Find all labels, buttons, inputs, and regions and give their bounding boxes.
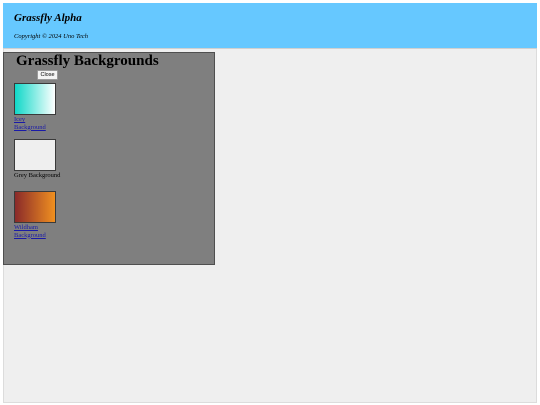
wildham-background-link[interactable]: Wildham Background bbox=[14, 224, 54, 239]
grey-background-label: Grey Background bbox=[14, 172, 61, 179]
icey-background-swatch[interactable] bbox=[14, 83, 56, 115]
backgrounds-dialog: Grassfly Backgrounds Close Icey Backgrou… bbox=[3, 52, 215, 265]
copyright-text: Copyright © 2024 Uno Tech bbox=[14, 33, 89, 40]
app-title: Grassfly Alpha bbox=[14, 12, 82, 24]
app-header: Grassfly Alpha Copyright © 2024 Uno Tech bbox=[3, 3, 537, 49]
background-option-grey: Grey Background bbox=[14, 139, 60, 180]
dialog-title: Grassfly Backgrounds bbox=[16, 53, 159, 69]
background-option-icey: Icey Background bbox=[14, 83, 60, 131]
background-option-wildham: Wildham Background bbox=[14, 191, 60, 239]
grey-background-swatch[interactable] bbox=[14, 139, 56, 171]
close-button[interactable]: Close bbox=[37, 70, 58, 80]
icey-background-link[interactable]: Icey Background bbox=[14, 116, 54, 131]
wildham-background-swatch[interactable] bbox=[14, 191, 56, 223]
